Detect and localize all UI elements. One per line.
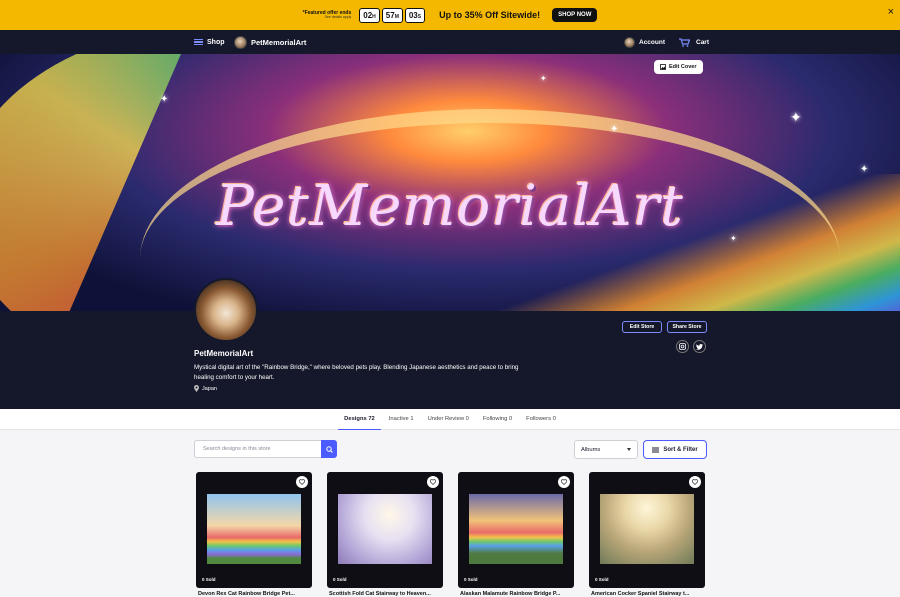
cart-label: Cart	[696, 38, 710, 46]
cover-title-text: PetMemorialArt	[216, 174, 684, 239]
star-icon: ✦	[160, 94, 169, 105]
tab-designs[interactable]: Designs 72	[338, 409, 381, 430]
shop-now-button[interactable]: SHOP NOW	[552, 8, 598, 22]
tab-inactive[interactable]: Inactive 1	[383, 409, 420, 430]
search-icon	[325, 445, 333, 453]
image-icon	[660, 64, 666, 70]
design-title[interactable]: Scottish Fold Cat Stairway to Heaven...	[329, 591, 445, 597]
shop-label: Shop	[207, 38, 225, 46]
design-card[interactable]: 0 Sold	[589, 472, 705, 588]
design-card[interactable]: 0 Sold	[327, 472, 443, 588]
edit-store-button[interactable]: Edit Store	[622, 321, 662, 333]
store-search: Search designs in this store	[194, 440, 337, 458]
chevron-down-icon	[627, 448, 631, 451]
store-name: PetMemorialArt	[251, 37, 307, 47]
countdown-timer: 02H 57M 03S	[359, 7, 426, 23]
design-thumbnail	[338, 494, 432, 564]
albums-select-value: Albums	[581, 446, 601, 453]
shop-menu-button[interactable]: Shop	[194, 38, 225, 46]
hamburger-icon	[194, 38, 203, 46]
cart-icon	[679, 37, 690, 47]
design-card[interactable]: 0 Sold	[458, 472, 574, 588]
albums-select[interactable]: Albums	[574, 440, 638, 459]
design-card[interactable]: 0 Sold	[196, 472, 312, 588]
account-avatar-icon	[624, 36, 635, 48]
store-link[interactable]: PetMemorialArt	[234, 35, 307, 49]
search-input[interactable]: Search designs in this store	[194, 440, 321, 458]
store-tabs: Designs 72 Inactive 1 Under Review 0 Fol…	[0, 409, 900, 430]
offer-note: *Featured offer ends See details apply	[303, 10, 352, 20]
account-button[interactable]: Account	[624, 36, 665, 48]
star-icon: ✦	[610, 124, 619, 135]
filter-lines-icon	[652, 447, 660, 452]
store-bio: Mystical digital art of the "Rainbow Bri…	[194, 364, 519, 381]
promo-banner: *Featured offer ends See details apply 0…	[0, 0, 900, 30]
heart-icon[interactable]	[296, 476, 308, 488]
tab-followers[interactable]: Followers 0	[520, 409, 562, 430]
tab-under-review[interactable]: Under Review 0	[422, 409, 475, 430]
tab-following[interactable]: Following 0	[477, 409, 518, 430]
design-thumbnail	[207, 494, 301, 564]
sold-count: 0 Sold	[202, 577, 216, 582]
edit-cover-button[interactable]: Edit Cover	[654, 60, 703, 74]
star-icon: ✦	[790, 109, 802, 125]
offer-note-line2: See details apply	[324, 14, 352, 19]
star-icon: ✦	[540, 74, 547, 83]
cart-button[interactable]: Cart	[679, 37, 710, 47]
timer-seconds: 03S	[404, 7, 426, 23]
sort-filter-label: Sort & Filter	[663, 446, 698, 453]
timer-minutes: 57M	[381, 7, 403, 23]
store-location: Japan	[194, 385, 217, 392]
location-pin-icon	[194, 385, 199, 392]
location-label: Japan	[202, 385, 217, 392]
search-button[interactable]	[321, 440, 337, 458]
store-profile-avatar	[194, 278, 258, 342]
timer-hours: 02H	[359, 7, 380, 23]
store-profile-section: PetMemorialArt Mystical digital art of t…	[0, 311, 900, 409]
store-cover-image: ✦ ✦ ✦ ✦ ✦ ✦ PetMemorialArt Edit Cover	[0, 54, 900, 311]
close-icon[interactable]: ×	[888, 6, 894, 18]
heart-icon[interactable]	[427, 476, 439, 488]
design-thumbnail	[469, 494, 563, 564]
account-label: Account	[639, 38, 665, 46]
design-title[interactable]: American Cocker Spaniel Stairway t...	[591, 591, 707, 597]
sold-count: 0 Sold	[464, 577, 478, 582]
design-title[interactable]: Devon Rex Cat Rainbow Bridge Pet...	[198, 591, 314, 597]
design-thumbnail	[600, 494, 694, 564]
promo-headline: Up to 35% Off Sitewide!	[439, 10, 541, 20]
sort-filter-button[interactable]: Sort & Filter	[643, 440, 707, 459]
edit-cover-label: Edit Cover	[669, 64, 697, 70]
twitter-icon[interactable]	[693, 340, 706, 353]
store-avatar	[234, 35, 247, 49]
top-navigation: Shop PetMemorialArt Account Cart	[0, 30, 900, 54]
heart-icon[interactable]	[689, 476, 701, 488]
sold-count: 0 Sold	[333, 577, 347, 582]
design-title[interactable]: Alaskan Malamute Rainbow Bridge P...	[460, 591, 576, 597]
store-title: PetMemorialArt	[194, 349, 254, 358]
heart-icon[interactable]	[558, 476, 570, 488]
share-store-button[interactable]: Share Store	[667, 321, 707, 333]
instagram-icon[interactable]	[676, 340, 689, 353]
sold-count: 0 Sold	[595, 577, 609, 582]
